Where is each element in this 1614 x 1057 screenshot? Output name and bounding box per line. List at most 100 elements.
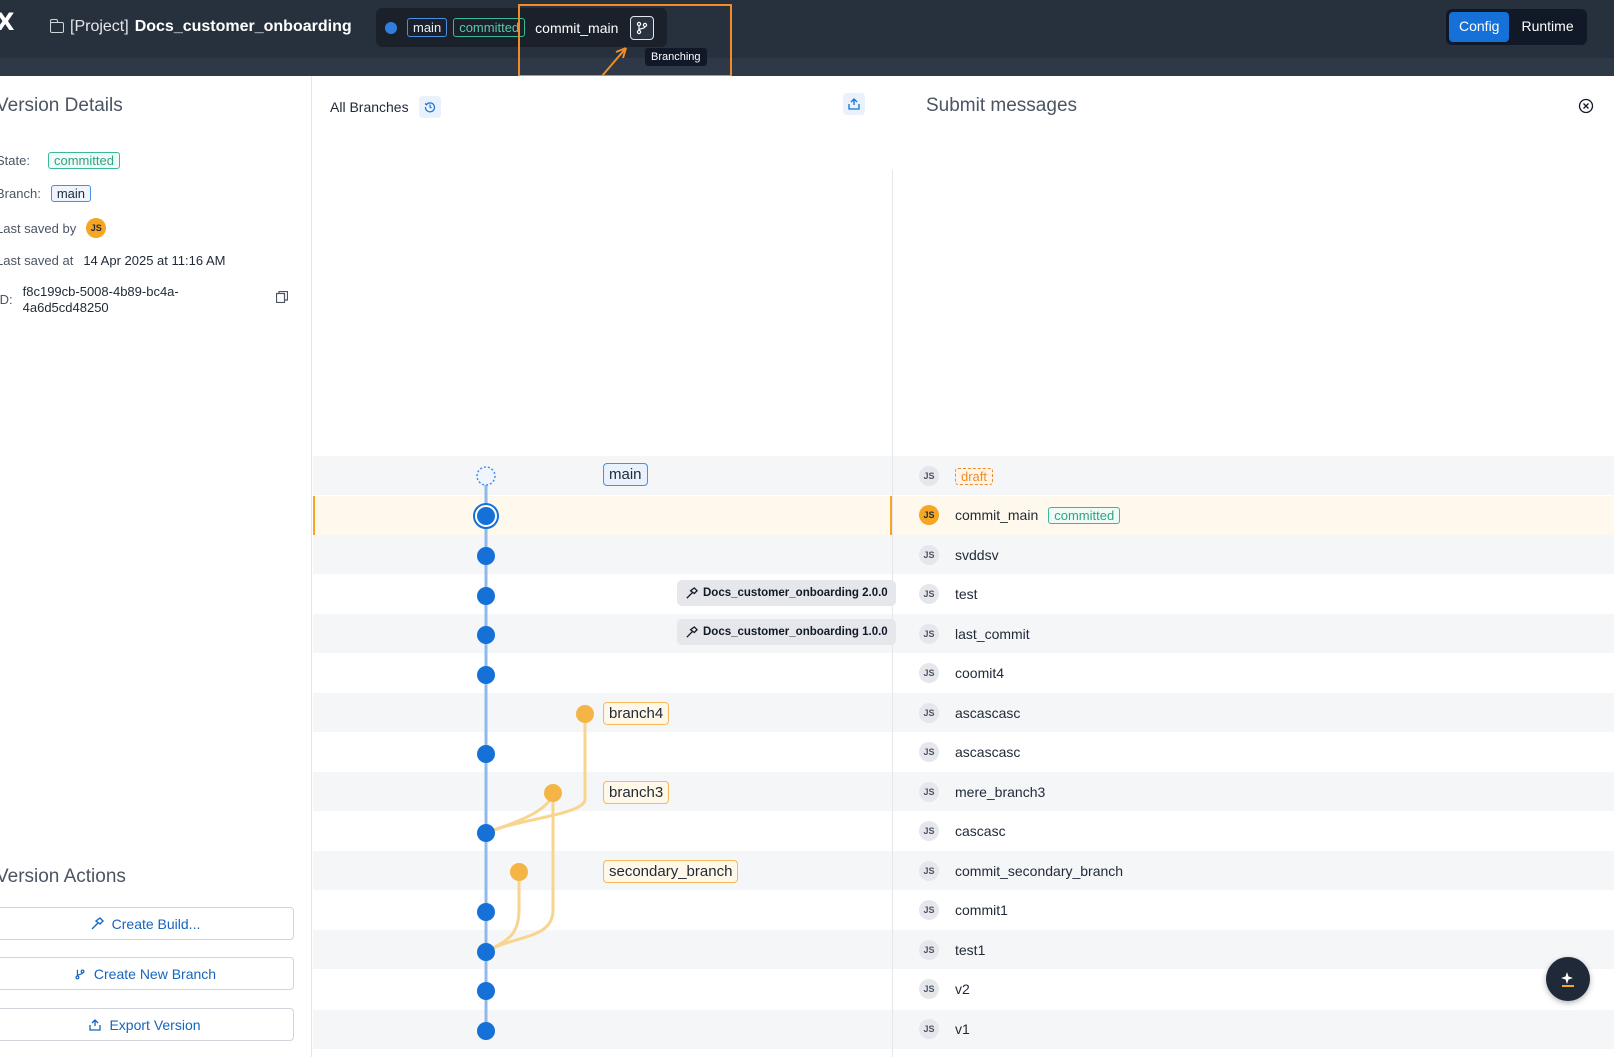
avatar: JS bbox=[919, 940, 939, 960]
branch4-line bbox=[485, 714, 587, 835]
commit-node[interactable] bbox=[477, 745, 495, 763]
message-item[interactable]: JS commit1 bbox=[919, 900, 1008, 920]
build-tag[interactable]: Docs_customer_onboarding 2.0.0 bbox=[677, 580, 896, 606]
message-item[interactable]: JS ascascasc bbox=[919, 703, 1020, 723]
secondary-branch-node[interactable] bbox=[510, 863, 528, 881]
commit-node[interactable] bbox=[477, 982, 495, 1000]
id-label: ID: bbox=[0, 292, 13, 307]
project-name: Docs_customer_onboarding bbox=[134, 18, 352, 35]
avatar: JS bbox=[919, 466, 939, 486]
branch-dot-icon bbox=[385, 21, 397, 34]
message-item[interactable]: JS cascasc bbox=[919, 821, 1006, 841]
copy-icon[interactable] bbox=[276, 291, 288, 303]
build-tag[interactable]: Docs_customer_onboarding 1.0.0 bbox=[677, 619, 896, 645]
message-text: test1 bbox=[955, 942, 986, 958]
branch3-line bbox=[485, 791, 555, 835]
state-row: State: committed bbox=[0, 152, 120, 169]
app-logo[interactable]: X bbox=[0, 8, 15, 36]
draft-node[interactable] bbox=[476, 466, 496, 486]
commit-node[interactable] bbox=[477, 1022, 495, 1040]
avatar: JS bbox=[919, 663, 939, 683]
mode-toggle[interactable]: Config Runtime bbox=[1446, 9, 1587, 45]
saved-by-row: Last saved by JS bbox=[0, 218, 107, 238]
commit-node[interactable] bbox=[477, 507, 495, 525]
branch-label-secondary[interactable]: secondary_branch bbox=[603, 860, 739, 883]
export-version-button[interactable]: Export Version bbox=[0, 1008, 294, 1041]
commit-node[interactable] bbox=[477, 666, 495, 684]
commit-node[interactable] bbox=[477, 903, 495, 921]
avatar: JS bbox=[919, 584, 939, 604]
create-build-button[interactable]: Create Build... bbox=[0, 907, 294, 940]
avatar: JS bbox=[919, 861, 939, 881]
history-button[interactable] bbox=[418, 96, 441, 118]
sub-bar bbox=[0, 58, 1614, 76]
message-item[interactable]: JS svddsv bbox=[919, 545, 999, 565]
config-mode-button[interactable]: Config bbox=[1449, 12, 1510, 42]
commit-node[interactable] bbox=[477, 943, 495, 961]
commit-node[interactable] bbox=[477, 547, 495, 565]
message-item[interactable]: JS v2 bbox=[919, 979, 970, 999]
id-value: f8c199cb-5008-4b89-bc4a- 4a6d5cd48250 bbox=[23, 284, 179, 316]
message-text: commit_secondary_branch bbox=[955, 863, 1124, 879]
message-text: commit_main bbox=[955, 507, 1039, 523]
id-line-2: 4a6d5cd48250 bbox=[22, 300, 109, 315]
ai-assistant-button[interactable] bbox=[1546, 957, 1590, 1001]
avatar: JS bbox=[919, 821, 939, 841]
commit-node[interactable] bbox=[477, 626, 495, 644]
hammer-icon bbox=[686, 625, 698, 638]
message-text: cascasc bbox=[955, 823, 1006, 839]
message-item[interactable]: JS commit_main committed bbox=[919, 505, 1121, 525]
history-icon bbox=[424, 102, 435, 113]
avatar: JS bbox=[919, 624, 939, 644]
branch-label-branch3[interactable]: branch3 bbox=[603, 781, 670, 804]
branch-label: Branch: bbox=[0, 186, 41, 201]
message-item[interactable]: JS draft bbox=[919, 466, 994, 486]
message-text: ascascasc bbox=[955, 744, 1021, 760]
close-icon[interactable] bbox=[1578, 98, 1594, 114]
message-item[interactable]: JS test bbox=[919, 584, 978, 604]
committed-badge: committed bbox=[1048, 506, 1121, 524]
message-text: commit1 bbox=[955, 902, 1008, 918]
saved-by-label: Last saved by bbox=[0, 220, 77, 236]
saved-at-row: Last saved at 14 Apr 2025 at 11:16 AM bbox=[0, 253, 225, 268]
create-build-label: Create Build... bbox=[111, 915, 201, 932]
avatar: JS bbox=[919, 505, 939, 525]
avatar: JS bbox=[919, 1019, 939, 1039]
message-text: v2 bbox=[955, 981, 970, 997]
build-tag-label: Docs_customer_onboarding 1.0.0 bbox=[703, 626, 888, 638]
commit-node[interactable] bbox=[477, 587, 495, 605]
branch4-node[interactable] bbox=[576, 705, 594, 723]
branch-label-main[interactable]: main bbox=[603, 463, 648, 486]
avatar: JS bbox=[919, 703, 939, 723]
create-branch-button[interactable]: Create New Branch bbox=[0, 957, 294, 990]
message-text: mere_branch3 bbox=[955, 784, 1046, 800]
commit-node[interactable] bbox=[477, 824, 495, 842]
message-text: v1 bbox=[955, 1021, 970, 1037]
avatar: JS bbox=[919, 545, 939, 565]
branch-label-branch4[interactable]: branch4 bbox=[603, 702, 670, 725]
project-title: [Project] Docs_customer_onboarding bbox=[49, 18, 352, 36]
message-item[interactable]: JS mere_branch3 bbox=[919, 782, 1045, 802]
message-item[interactable]: JS v1 bbox=[919, 1019, 970, 1039]
message-text: ascascasc bbox=[955, 705, 1021, 721]
id-row: ID: f8c199cb-5008-4b89-bc4a- 4a6d5cd4825… bbox=[0, 284, 179, 316]
message-item[interactable]: JS commit_secondary_branch bbox=[919, 861, 1123, 881]
git-branch-icon bbox=[75, 968, 85, 979]
branch3-node[interactable] bbox=[544, 784, 562, 802]
build-tag-label: Docs_customer_onboarding 2.0.0 bbox=[703, 587, 888, 599]
message-item[interactable]: JS ascascasc bbox=[919, 742, 1020, 762]
runtime-mode-button[interactable]: Runtime bbox=[1511, 12, 1583, 42]
all-branches-label: All Branches bbox=[330, 99, 409, 115]
draft-badge: draft bbox=[955, 467, 994, 485]
message-text: last_commit bbox=[955, 626, 1030, 642]
export-icon bbox=[89, 1018, 102, 1031]
state-label: State: bbox=[0, 153, 30, 168]
export-graph-button[interactable] bbox=[843, 93, 865, 115]
message-item[interactable]: JS coomit4 bbox=[919, 663, 1004, 683]
message-item[interactable]: JS last_commit bbox=[919, 624, 1030, 644]
message-item[interactable]: JS test1 bbox=[919, 940, 985, 960]
version-details-title: Version Details bbox=[0, 95, 123, 116]
hammer-icon bbox=[91, 916, 104, 929]
commit-graph bbox=[473, 466, 594, 1040]
panel-divider bbox=[892, 170, 893, 1057]
